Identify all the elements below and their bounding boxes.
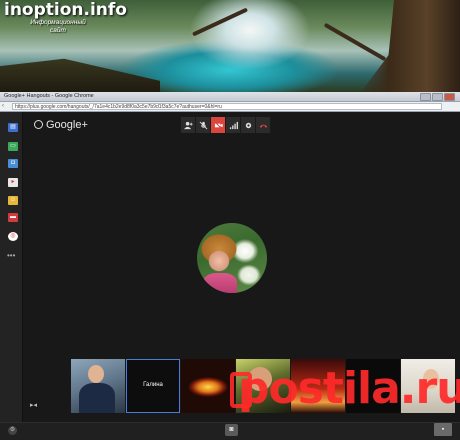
- camera-icon[interactable]: ◙: [225, 424, 238, 436]
- invite-people-icon: [183, 121, 193, 129]
- mute-mic-icon: [199, 121, 207, 129]
- expand-filmstrip-icon[interactable]: ▸◂: [30, 401, 37, 409]
- invite-people-button[interactable]: [181, 117, 196, 133]
- help-icon[interactable]: ◎: [8, 232, 18, 241]
- close-button[interactable]: [444, 93, 455, 101]
- participant-name: Галина: [143, 382, 163, 388]
- avatar-shirt: [203, 273, 237, 293]
- participant-thumb[interactable]: [181, 359, 235, 413]
- main-participant-avatar[interactable]: [197, 223, 267, 293]
- back-icon[interactable]: ‹: [2, 103, 4, 110]
- hangout-toolbar: [181, 117, 271, 133]
- logo-text: Google+: [46, 119, 88, 131]
- settings-icon: [245, 122, 251, 128]
- site-banner: inoption.info Информационный сайт: [0, 0, 460, 92]
- banner-branch: [323, 22, 387, 62]
- postila-watermark: postila.ru: [238, 363, 460, 414]
- maximize-button[interactable]: [432, 93, 443, 101]
- address-bar: ‹ https://plus.google.com/hangouts/_/7a1…: [0, 102, 460, 112]
- face-shape: [88, 365, 104, 383]
- banner-branch: [191, 7, 249, 37]
- participant-thumb[interactable]: [71, 359, 125, 413]
- hangup-button[interactable]: [256, 117, 271, 133]
- screenshare-icon[interactable]: ▭: [8, 142, 18, 151]
- banner-rocks: [0, 58, 160, 92]
- minimize-button[interactable]: [420, 93, 431, 101]
- youtube-icon[interactable]: ▸: [8, 178, 18, 187]
- remote-desktop-icon[interactable]: ▬: [8, 213, 18, 222]
- site-tagline: Информационный сайт: [30, 19, 86, 34]
- bandwidth-icon: [229, 121, 238, 129]
- google-plus-logo: Google+: [34, 119, 88, 131]
- apps-sidebar: ▤ ▭ ◘ ▸ ☺ ▬ ◎ •••: [0, 112, 23, 422]
- fullscreen-icon[interactable]: ▪: [434, 423, 452, 436]
- bandwidth-button[interactable]: [226, 117, 241, 133]
- window-title: Google+ Hangouts - Google Chrome: [4, 93, 94, 99]
- hangouts-icon: [34, 120, 43, 129]
- gear-icon[interactable]: ⚙: [8, 426, 17, 435]
- hangup-icon: [259, 124, 267, 128]
- more-apps-icon[interactable]: •••: [7, 251, 15, 260]
- settings-button[interactable]: [241, 117, 256, 133]
- site-title[interactable]: inoption.info: [4, 0, 127, 20]
- mute-mic-button[interactable]: [196, 117, 211, 133]
- suit-shape: [79, 383, 115, 413]
- browser-titlebar: Google+ Hangouts - Google Chrome: [0, 92, 460, 102]
- camera-off-icon: [214, 121, 223, 129]
- url-field[interactable]: https://plus.google.com/hangouts/_/7a1e4…: [12, 103, 442, 110]
- camera-off-button[interactable]: [211, 117, 226, 133]
- participant-thumb-selected[interactable]: Галина: [126, 359, 180, 413]
- chat-icon[interactable]: ▤: [8, 123, 18, 132]
- effects-icon[interactable]: ☺: [8, 196, 18, 205]
- capture-icon[interactable]: ◘: [8, 159, 18, 168]
